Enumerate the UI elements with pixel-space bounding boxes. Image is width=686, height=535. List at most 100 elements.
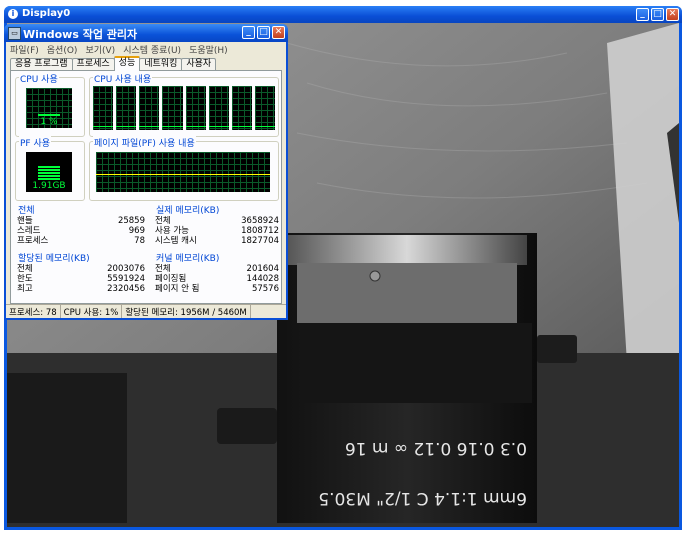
pf-usage-meter: 1.91GB — [26, 152, 72, 192]
cpu-core-graph — [93, 86, 114, 130]
pf-usage-bar — [38, 166, 60, 180]
stat-value: 2003076 — [107, 264, 145, 274]
cpu-core-graph — [185, 86, 206, 130]
stat-name: 시스템 캐시 — [155, 236, 197, 246]
menu-options[interactable]: 옵션(O) — [47, 43, 78, 56]
cpu-history-group: CPU 사용 내용 — [89, 72, 279, 137]
cpu-core-line — [139, 126, 160, 127]
stat-value: 144028 — [246, 274, 279, 284]
tab-networking[interactable]: 네트워킹 — [139, 58, 183, 70]
minimize-button[interactable]: _ — [636, 8, 649, 21]
stat-row: 전체 201604 — [155, 264, 279, 274]
commit-memory-section: 할당된 메모리(KB) 전체 2003076 한도 5591924 최고 2320456 — [17, 251, 145, 297]
pf-usage-value: 1.91GB — [32, 181, 66, 191]
display-title-bar[interactable]: i Display0 _ □ ✕ — [4, 6, 682, 23]
menu-shutdown[interactable]: 시스템 종료(U) — [123, 43, 181, 56]
stat-row: 핸들 25859 — [17, 216, 145, 226]
status-processes: 프로세스: 78 — [6, 305, 61, 318]
stat-name: 전체 — [155, 264, 171, 274]
lens-scale: 0.3 0.16 0.12 ∞ m 16 — [345, 438, 527, 458]
app-info-icon: i — [8, 9, 18, 19]
cpu-core-line — [254, 126, 275, 127]
cpu-core-line — [116, 126, 137, 127]
cpu-core-graphs — [93, 86, 275, 130]
totals-section: 전체 핸들 25859 스레드 969 프로세스 78 — [17, 203, 145, 249]
menu-help[interactable]: 도움말(H) — [189, 43, 228, 56]
tab-performance[interactable]: 성능 — [113, 56, 141, 71]
cpu-usage-meter: 1 % — [26, 88, 72, 128]
pf-history-line — [96, 174, 270, 175]
task-manager-title-bar[interactable]: ▭ Windows 작업 관리자 _ □ ✕ — [4, 24, 288, 42]
stat-value: 969 — [128, 226, 145, 236]
maximize-button[interactable]: □ — [651, 8, 664, 21]
pf-history-group: 페이지 파일(PF) 사용 내용 — [89, 136, 279, 201]
menu-view[interactable]: 보기(V) — [85, 43, 115, 56]
task-manager-window: ▭ Windows 작업 관리자 _ □ ✕ 파일(F) 옵션(O) 보기(V)… — [4, 24, 288, 320]
tab-users[interactable]: 사용자 — [181, 58, 217, 70]
totals-label: 전체 — [17, 203, 145, 216]
performance-panel: CPU 사용 1 % CPU 사용 내용 PF 사용 1.91GB 페이지 파일… — [10, 70, 282, 304]
cpu-usage-bar — [38, 114, 60, 116]
pf-history-graph — [96, 152, 270, 192]
stat-value: 5591924 — [107, 274, 145, 284]
stat-row: 프로세스 78 — [17, 236, 145, 246]
stat-name: 한도 — [17, 274, 33, 284]
stat-row: 한도 5591924 — [17, 274, 145, 284]
status-bar: 프로세스: 78 CPU 사용: 1% 할당된 메모리: 1956M / 546… — [6, 304, 286, 318]
stat-name: 핸들 — [17, 216, 33, 226]
display-title: Display0 — [22, 8, 71, 19]
stat-name: 페이지 안 됨 — [155, 284, 200, 294]
stat-value: 1808712 — [241, 226, 279, 236]
tm-close-button[interactable]: ✕ — [272, 26, 285, 39]
tab-processes[interactable]: 프로세스 — [71, 58, 115, 70]
cpu-core-graph — [139, 86, 160, 130]
stat-value: 1827704 — [241, 236, 279, 246]
cpu-core-graph — [116, 86, 137, 130]
task-manager-icon: ▭ — [8, 27, 21, 40]
commit-memory-rows: 전체 2003076 한도 5591924 최고 2320456 — [17, 264, 145, 294]
stat-name: 프로세스 — [17, 236, 49, 246]
stat-value: 57576 — [251, 284, 279, 294]
stat-row: 전체 3658924 — [155, 216, 279, 226]
cpu-core-line — [185, 126, 206, 127]
cpu-core-line — [93, 126, 114, 127]
cpu-usage-group: CPU 사용 1 % — [15, 72, 85, 137]
close-button[interactable]: ✕ — [666, 8, 679, 21]
cpu-core-graph — [162, 86, 183, 130]
cpu-core-line — [231, 126, 252, 127]
stat-row: 전체 2003076 — [17, 264, 145, 274]
cpu-usage-label: CPU 사용 — [19, 72, 59, 85]
menu-file[interactable]: 파일(F) — [10, 43, 39, 56]
pf-history-label: 페이지 파일(PF) 사용 내용 — [93, 136, 196, 149]
cpu-usage-value: 1 % — [40, 117, 58, 127]
tab-applications[interactable]: 응용 프로그램 — [10, 58, 73, 70]
commit-memory-label: 할당된 메모리(KB) — [17, 251, 145, 264]
stat-row: 시스템 캐시 1827704 — [155, 236, 279, 246]
stat-value: 78 — [134, 236, 145, 246]
cpu-core-line — [208, 126, 229, 127]
cpu-core-graph — [254, 86, 275, 130]
status-cpu: CPU 사용: 1% — [61, 305, 123, 318]
physical-memory-rows: 전체 3658924 사용 가능 1808712 시스템 캐시 1827704 — [155, 216, 279, 246]
stat-row: 사용 가능 1808712 — [155, 226, 279, 236]
stat-row: 페이징됨 144028 — [155, 274, 279, 284]
cpu-core-line — [162, 126, 183, 127]
stat-value: 201604 — [246, 264, 279, 274]
stat-name: 전체 — [17, 264, 33, 274]
stat-value: 25859 — [117, 216, 145, 226]
physical-memory-label: 실제 메모리(KB) — [155, 203, 279, 216]
stat-name: 전체 — [155, 216, 171, 226]
stat-name: 페이징됨 — [155, 274, 187, 284]
pf-usage-label: PF 사용 — [19, 136, 52, 149]
tm-maximize-button[interactable]: □ — [257, 26, 270, 39]
stat-name: 사용 가능 — [155, 226, 189, 236]
cpu-core-graph — [208, 86, 229, 130]
physical-memory-section: 실제 메모리(KB) 전체 3658924 사용 가능 1808712 시스템 캐시 18… — [155, 203, 279, 249]
stat-row: 스레드 969 — [17, 226, 145, 236]
stat-row: 페이지 안 됨 57576 — [155, 284, 279, 294]
pf-usage-group: PF 사용 1.91GB — [15, 136, 85, 201]
menu-bar: 파일(F) 옵션(O) 보기(V) 시스템 종료(U) 도움말(H) — [6, 43, 286, 56]
kernel-memory-label: 커널 메모리(KB) — [155, 251, 279, 264]
stat-value: 3658924 — [241, 216, 279, 226]
tm-minimize-button[interactable]: _ — [242, 26, 255, 39]
